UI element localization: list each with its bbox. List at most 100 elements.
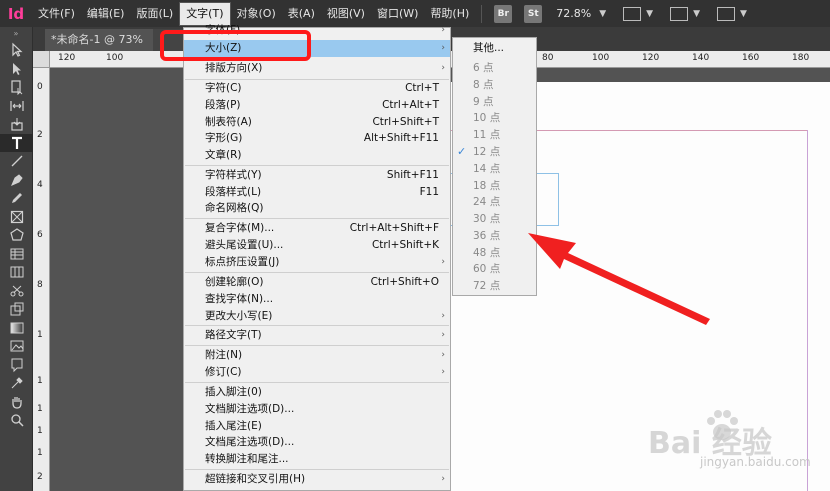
menu-item-insert-footnote[interactable]: 插入脚注(0)	[184, 384, 450, 401]
zoom-dropdown-icon[interactable]: ▼	[599, 9, 606, 19]
ruler-tick-label: 1	[37, 404, 43, 414]
ruler-tick-label: 1	[37, 330, 43, 340]
zoom-tool-icon[interactable]	[0, 411, 33, 430]
menu-item-paragraph[interactable]: 段落(P) Ctrl+Alt+T	[184, 97, 450, 114]
menu-item-change-case[interactable]: 更改大小写(E) ›	[184, 308, 450, 325]
menu-item-create-outlines[interactable]: 创建轮廓(O) Ctrl+Shift+O	[184, 274, 450, 291]
menu-item-kinsoku[interactable]: 避头尾设置(U)... Ctrl+Shift+K	[184, 237, 450, 254]
menu-separator	[185, 345, 449, 346]
menu-separator	[185, 218, 449, 219]
menu-item-convert-notes[interactable]: 转换脚注和尾注...	[184, 451, 450, 468]
menu-item-composite-fonts[interactable]: 复合字体(M)... Ctrl+Alt+Shift+F	[184, 220, 450, 237]
menu-item-tabs[interactable]: 制表符(A) Ctrl+Shift+T	[184, 114, 450, 131]
ruler-tick-label: 80	[542, 53, 554, 63]
gap-tool-icon[interactable]	[0, 97, 33, 116]
ruler-tick-label: 120	[58, 53, 76, 63]
menu-item-footnote-options[interactable]: 文档脚注选项(D)...	[184, 401, 450, 418]
annotation-arrow	[528, 233, 710, 325]
menu-separator	[185, 165, 449, 166]
size-option[interactable]: 8 点	[453, 77, 536, 94]
arrange-chevron-icon[interactable]: ▼	[740, 9, 747, 19]
ruler-origin[interactable]	[33, 51, 50, 68]
menu-item-mojikumi[interactable]: 标点挤压设置(J) ›	[184, 254, 450, 271]
image-tool-icon[interactable]	[0, 337, 33, 356]
menu-separator	[185, 272, 449, 273]
arrange-documents-icon[interactable]	[717, 6, 736, 21]
size-option-selected[interactable]: ✓ 12 点	[453, 144, 536, 161]
collapse-panel-icon[interactable]: »	[0, 27, 32, 41]
vertical-ruler[interactable]: 0 2 4 6 8 1 1 1 1 1 2	[33, 68, 50, 491]
columns-tool-icon[interactable]	[0, 263, 33, 282]
menu-layout[interactable]: 版面(L)	[130, 0, 179, 27]
ruler-tick-label: 1	[37, 448, 43, 458]
size-option[interactable]: 6 点	[453, 60, 536, 77]
ruler-tick-label: 8	[37, 280, 43, 290]
eyedropper-tool-icon[interactable]	[0, 374, 33, 393]
ruler-tick-label: 100	[106, 53, 124, 63]
ruler-tick-label: 1	[37, 426, 43, 436]
menu-file[interactable]: 文件(F)	[32, 0, 81, 27]
ruler-tick-label: 4	[37, 180, 43, 190]
stock-button[interactable]: St	[524, 4, 543, 23]
document-tab-title: *未命名-1 @ 73%	[51, 33, 143, 46]
size-option[interactable]: 14 点	[453, 161, 536, 178]
ruler-tick-label: 2	[37, 472, 43, 482]
menu-edit[interactable]: 编辑(E)	[81, 0, 131, 27]
menu-item-hyperlinks[interactable]: 超链接和交叉引用(H) ›	[184, 471, 450, 488]
ruler-tick-label: 2	[37, 130, 43, 140]
screen-mode-icon[interactable]	[623, 6, 642, 21]
ruler-tick-label: 120	[642, 53, 660, 63]
menu-item-character[interactable]: 字符(C) Ctrl+T	[184, 80, 450, 97]
size-option[interactable]: 24 点	[453, 194, 536, 211]
menu-item-character-styles[interactable]: 字符样式(Y) Shift+F11	[184, 167, 450, 184]
baidu-jingyan-watermark: Bai 经验 jingyan.baidu.com	[640, 400, 820, 480]
menu-item-orientation[interactable]: 排版方向(X) ›	[184, 60, 450, 77]
menu-item-story[interactable]: 文章(R)	[184, 147, 450, 164]
size-option-other[interactable]: 其他...	[453, 40, 536, 57]
menu-item-endnote-options[interactable]: 文档尾注选项(D)...	[184, 434, 450, 451]
note-tool-icon[interactable]	[0, 356, 33, 375]
table-tool-icon[interactable]	[0, 245, 33, 264]
menu-separator	[185, 469, 449, 470]
free-transform-tool-icon[interactable]	[0, 300, 33, 319]
line-tool-icon[interactable]	[0, 152, 33, 171]
menu-item-insert-endnote[interactable]: 插入尾注(E)	[184, 418, 450, 435]
direct-selection-tool-icon[interactable]	[0, 60, 33, 79]
view-options-icon[interactable]	[670, 6, 689, 21]
pen-tool-icon[interactable]	[0, 171, 33, 190]
view-options-chevron-icon[interactable]: ▼	[693, 9, 700, 19]
type-menu-dropdown: 字体(F) › 大小(Z) › 排版方向(X) › 字符(C) Ctrl+T 段落(P)…	[183, 24, 451, 491]
menu-separator	[185, 325, 449, 326]
ruler-tick-label: 100	[592, 53, 610, 63]
menu-item-glyphs[interactable]: 字形(G) Alt+Shift+F11	[184, 130, 450, 147]
size-option[interactable]: 10 点	[453, 110, 536, 127]
menu-item-paragraph-styles[interactable]: 段落样式(L) F11	[184, 184, 450, 201]
zoom-level[interactable]: 72.8%	[556, 7, 591, 20]
polygon-tool-icon[interactable]	[0, 226, 33, 245]
menu-item-find-font[interactable]: 查找字体(N)...	[184, 291, 450, 308]
size-option[interactable]: 11 点	[453, 127, 536, 144]
page-tool-icon[interactable]	[0, 78, 33, 97]
selection-tool-icon[interactable]	[0, 41, 33, 60]
bridge-button[interactable]: Br	[494, 4, 513, 23]
menu-item-track-changes[interactable]: 修订(C) ›	[184, 364, 450, 381]
screen-mode-chevron-icon[interactable]: ▼	[646, 9, 653, 19]
menu-item-type-on-path[interactable]: 路径文字(T) ›	[184, 327, 450, 344]
rectangle-frame-tool-icon[interactable]	[0, 208, 33, 227]
menu-item-notes[interactable]: 附注(N) ›	[184, 347, 450, 364]
gradient-tool-icon[interactable]	[0, 319, 33, 338]
size-option[interactable]: 9 点	[453, 94, 536, 111]
tools-panel: »	[0, 27, 33, 491]
hand-tool-icon[interactable]	[0, 393, 33, 412]
scissors-tool-icon[interactable]	[0, 282, 33, 301]
pencil-tool-icon[interactable]	[0, 189, 33, 208]
ruler-tick-label: 160	[742, 53, 760, 63]
document-tab[interactable]: *未命名-1 @ 73% ×	[45, 29, 168, 51]
watermark-url: jingyan.baidu.com	[700, 455, 811, 469]
annotation-highlight-box	[160, 30, 311, 61]
menu-item-named-grids[interactable]: 命名网格(Q)	[184, 200, 450, 217]
size-option[interactable]: 18 点	[453, 178, 536, 195]
type-tool-icon[interactable]	[0, 133, 33, 152]
content-collector-icon[interactable]	[0, 115, 33, 134]
menu-separator	[185, 382, 449, 383]
